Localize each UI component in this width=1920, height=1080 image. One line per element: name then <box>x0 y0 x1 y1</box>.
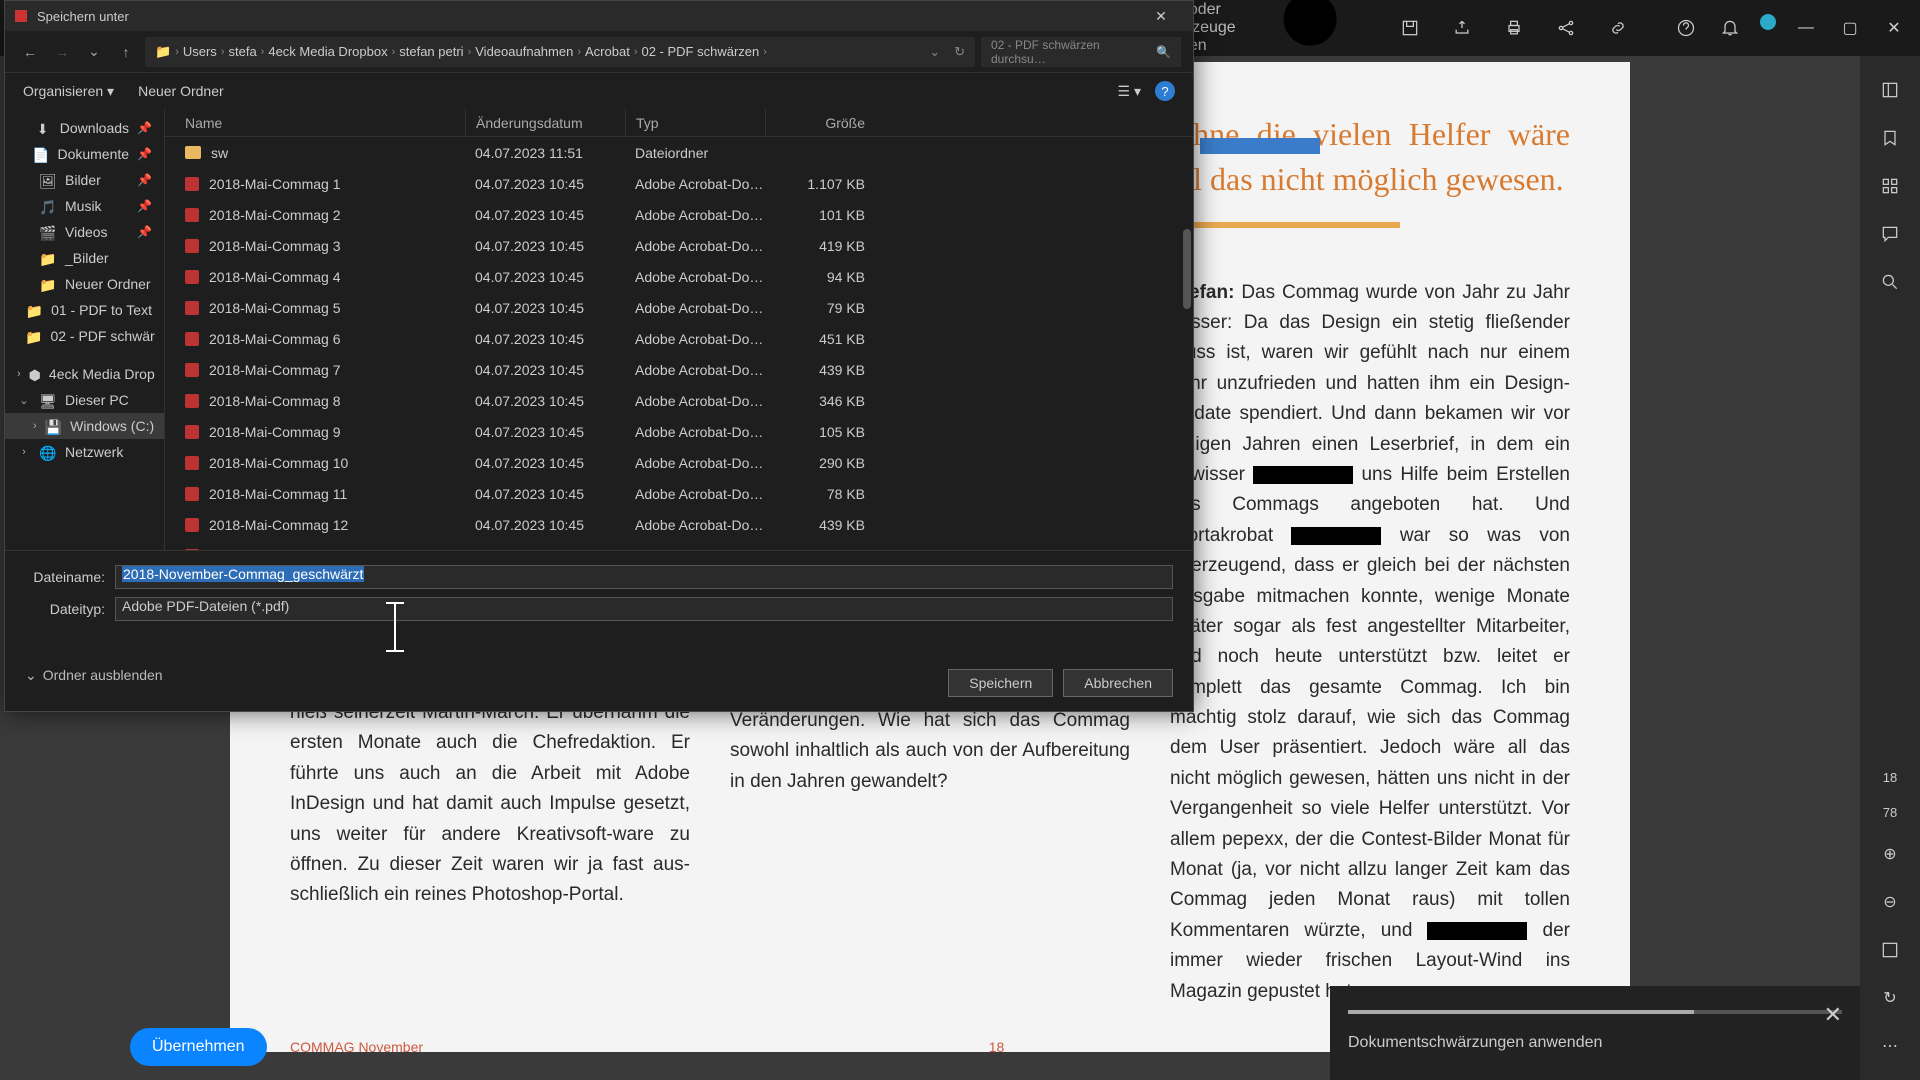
nav-back-icon[interactable]: ← <box>17 39 43 65</box>
dialog-close-icon[interactable]: ✕ <box>1139 1 1183 31</box>
file-row[interactable]: 2018-Mai-Commag 504.07.2023 10:45Adobe A… <box>165 292 1193 323</box>
pull-quote: Ohne die vielen Helfer wäre all das nich… <box>1170 112 1570 202</box>
page-total: 78 <box>1883 805 1897 820</box>
link-icon[interactable] <box>1604 14 1632 42</box>
toast: Dokumentschwärzungen anwenden ✕ <box>1330 986 1860 1080</box>
apply-button[interactable]: Übernehmen <box>130 1028 267 1066</box>
print-icon[interactable] <box>1500 14 1528 42</box>
page-indicator: 18 <box>1883 770 1897 785</box>
filename-input[interactable]: 2018-November-Commag_geschwärzt <box>115 565 1173 589</box>
file-row[interactable]: 2018-Mai-Commag 1104.07.2023 10:45Adobe … <box>165 478 1193 509</box>
breadcrumb[interactable]: 📁 › Users› stefa› 4eck Media Dropbox› st… <box>145 37 975 67</box>
share-icon[interactable] <box>1552 14 1580 42</box>
tree-item[interactable]: 🎵Musik📌 <box>5 193 164 219</box>
dialog-toolbar: Organisieren ▾ Neuer Ordner ☰ ▾ ? <box>5 73 1193 109</box>
rail-grid-icon[interactable] <box>1876 172 1904 200</box>
col-name[interactable]: Name <box>165 109 465 136</box>
nav-up-icon[interactable]: ↑ <box>113 39 139 65</box>
file-row[interactable]: sw04.07.2023 11:51Dateiordner <box>165 137 1193 168</box>
rail-bookmark-icon[interactable] <box>1876 124 1904 152</box>
save-button[interactable]: Speichern <box>948 669 1053 697</box>
folder-icon: 📁 <box>155 44 171 60</box>
hide-folders-button[interactable]: ⌄Ordner ausblenden <box>25 667 163 684</box>
file-list[interactable]: sw04.07.2023 11:51Dateiordner2018-Mai-Co… <box>165 137 1193 550</box>
save-icon[interactable] <box>1396 14 1424 42</box>
nav-dropdown-icon[interactable]: ⌄ <box>81 39 107 65</box>
rail-fit-icon[interactable] <box>1876 936 1904 964</box>
col-size[interactable]: Größe <box>765 109 885 136</box>
redaction-box[interactable] <box>1253 466 1353 484</box>
file-list-header[interactable]: Name Änderungsdatum Typ Größe <box>165 109 1193 137</box>
app-icon <box>15 10 27 22</box>
file-row[interactable]: 2018-Mai-Commag 204.07.2023 10:45Adobe A… <box>165 199 1193 230</box>
file-row[interactable]: 2018-Mai-Commag 1304.07.2023 10:45Adobe … <box>165 540 1193 550</box>
quote-underline <box>1170 222 1400 228</box>
help-icon[interactable]: ? <box>1155 81 1175 101</box>
tree-item[interactable]: 📁02 - PDF schwär <box>5 323 164 349</box>
file-row[interactable]: 2018-Mai-Commag 904.07.2023 10:45Adobe A… <box>165 416 1193 447</box>
file-row[interactable]: 2018-Mai-Commag 1204.07.2023 10:45Adobe … <box>165 509 1193 540</box>
new-folder-button[interactable]: Neuer Ordner <box>138 83 224 99</box>
organize-button[interactable]: Organisieren ▾ <box>23 83 114 100</box>
dialog-title: Speichern unter <box>37 9 129 24</box>
view-mode-button[interactable]: ☰ ▾ <box>1118 83 1141 100</box>
file-row[interactable]: 2018-Mai-Commag 1004.07.2023 10:45Adobe … <box>165 447 1193 478</box>
redaction-box[interactable] <box>1291 527 1381 545</box>
bell-icon[interactable] <box>1716 14 1744 42</box>
toast-text: Dokumentschwärzungen anwenden <box>1348 1034 1602 1051</box>
file-row[interactable]: 2018-Mai-Commag 404.07.2023 10:45Adobe A… <box>165 261 1193 292</box>
scrollbar-thumb[interactable] <box>1183 229 1191 309</box>
tree-item[interactable]: ›🌐Netzwerk <box>5 439 164 465</box>
location-search[interactable]: 02 - PDF schwärzen durchsu… 🔍 <box>981 37 1181 67</box>
file-row[interactable]: 2018-Mai-Commag 304.07.2023 10:45Adobe A… <box>165 230 1193 261</box>
tree-item[interactable]: ›⬢4eck Media Drop <box>5 361 164 387</box>
tree-item[interactable]: 📁Neuer Ordner <box>5 271 164 297</box>
tree-item[interactable]: 🖼Bilder📌 <box>5 167 164 193</box>
file-row[interactable]: 2018-Mai-Commag 104.07.2023 10:45Adobe A… <box>165 168 1193 199</box>
col-date[interactable]: Änderungsdatum <box>465 109 625 136</box>
dialog-titlebar: Speichern unter ✕ <box>5 1 1193 31</box>
rail-search-icon[interactable] <box>1876 268 1904 296</box>
search-icon: 🔍 <box>1156 45 1171 59</box>
filetype-label: Dateityp: <box>25 601 105 617</box>
dialog-nav: ← → ⌄ ↑ 📁 › Users› stefa› 4eck Media Dro… <box>5 31 1193 73</box>
file-row[interactable]: 2018-Mai-Commag 704.07.2023 10:45Adobe A… <box>165 354 1193 385</box>
filetype-select[interactable]: Adobe PDF-Dateien (*.pdf) <box>115 597 1173 621</box>
rail-zoom-out-icon[interactable]: ⊖ <box>1876 888 1904 916</box>
rail-zoom-in-icon[interactable]: ⊕ <box>1876 840 1904 868</box>
rail-more-icon[interactable]: ⋯ <box>1876 1032 1904 1060</box>
tree-item[interactable]: 📁_Bilder <box>5 245 164 271</box>
export-icon[interactable] <box>1448 14 1476 42</box>
refresh-icon[interactable]: ↻ <box>954 44 965 60</box>
rail-panel-icon[interactable] <box>1876 76 1904 104</box>
file-row[interactable]: 2018-Mai-Commag 804.07.2023 10:45Adobe A… <box>165 385 1193 416</box>
help-icon[interactable] <box>1672 14 1700 42</box>
close-icon[interactable]: ✕ <box>1880 14 1908 42</box>
min-icon[interactable]: — <box>1792 14 1820 42</box>
text-cursor <box>394 602 396 652</box>
tree-item[interactable]: 🎬Videos📌 <box>5 219 164 245</box>
text-column-3: Ohne die vielen Helfer wäre all das nich… <box>1170 112 1570 1021</box>
rail-comment-icon[interactable] <box>1876 220 1904 248</box>
cancel-button[interactable]: Abbrechen <box>1063 669 1173 697</box>
toast-close-icon[interactable]: ✕ <box>1824 1002 1842 1028</box>
avatar[interactable] <box>1760 14 1776 30</box>
right-rail: 18 78 ⊕ ⊖ ↻ ⋯ <box>1860 56 1920 1080</box>
selection-overlay <box>1200 138 1320 154</box>
col-type[interactable]: Typ <box>625 109 765 136</box>
save-dialog: Speichern unter ✕ ← → ⌄ ↑ 📁 › Users› ste… <box>4 0 1194 712</box>
tree-item[interactable]: ⌄🖥Dieser PC <box>5 387 164 413</box>
max-icon[interactable]: ▢ <box>1836 14 1864 42</box>
redaction-box[interactable] <box>1427 922 1527 940</box>
tree-item[interactable]: ⬇Downloads📌 <box>5 115 164 141</box>
tree-item[interactable]: ›💾Windows (C:) <box>5 413 164 439</box>
rail-refresh-icon[interactable]: ↻ <box>1876 984 1904 1012</box>
tree-item[interactable]: 📄Dokumente📌 <box>5 141 164 167</box>
tree-item[interactable]: 📁01 - PDF to Text <box>5 297 164 323</box>
nav-tree[interactable]: ⬇Downloads📌📄Dokumente📌🖼Bilder📌🎵Musik📌🎬Vi… <box>5 109 165 550</box>
filename-label: Dateiname: <box>25 569 105 585</box>
file-row[interactable]: 2018-Mai-Commag 604.07.2023 10:45Adobe A… <box>165 323 1193 354</box>
nav-forward-icon[interactable]: → <box>49 39 75 65</box>
